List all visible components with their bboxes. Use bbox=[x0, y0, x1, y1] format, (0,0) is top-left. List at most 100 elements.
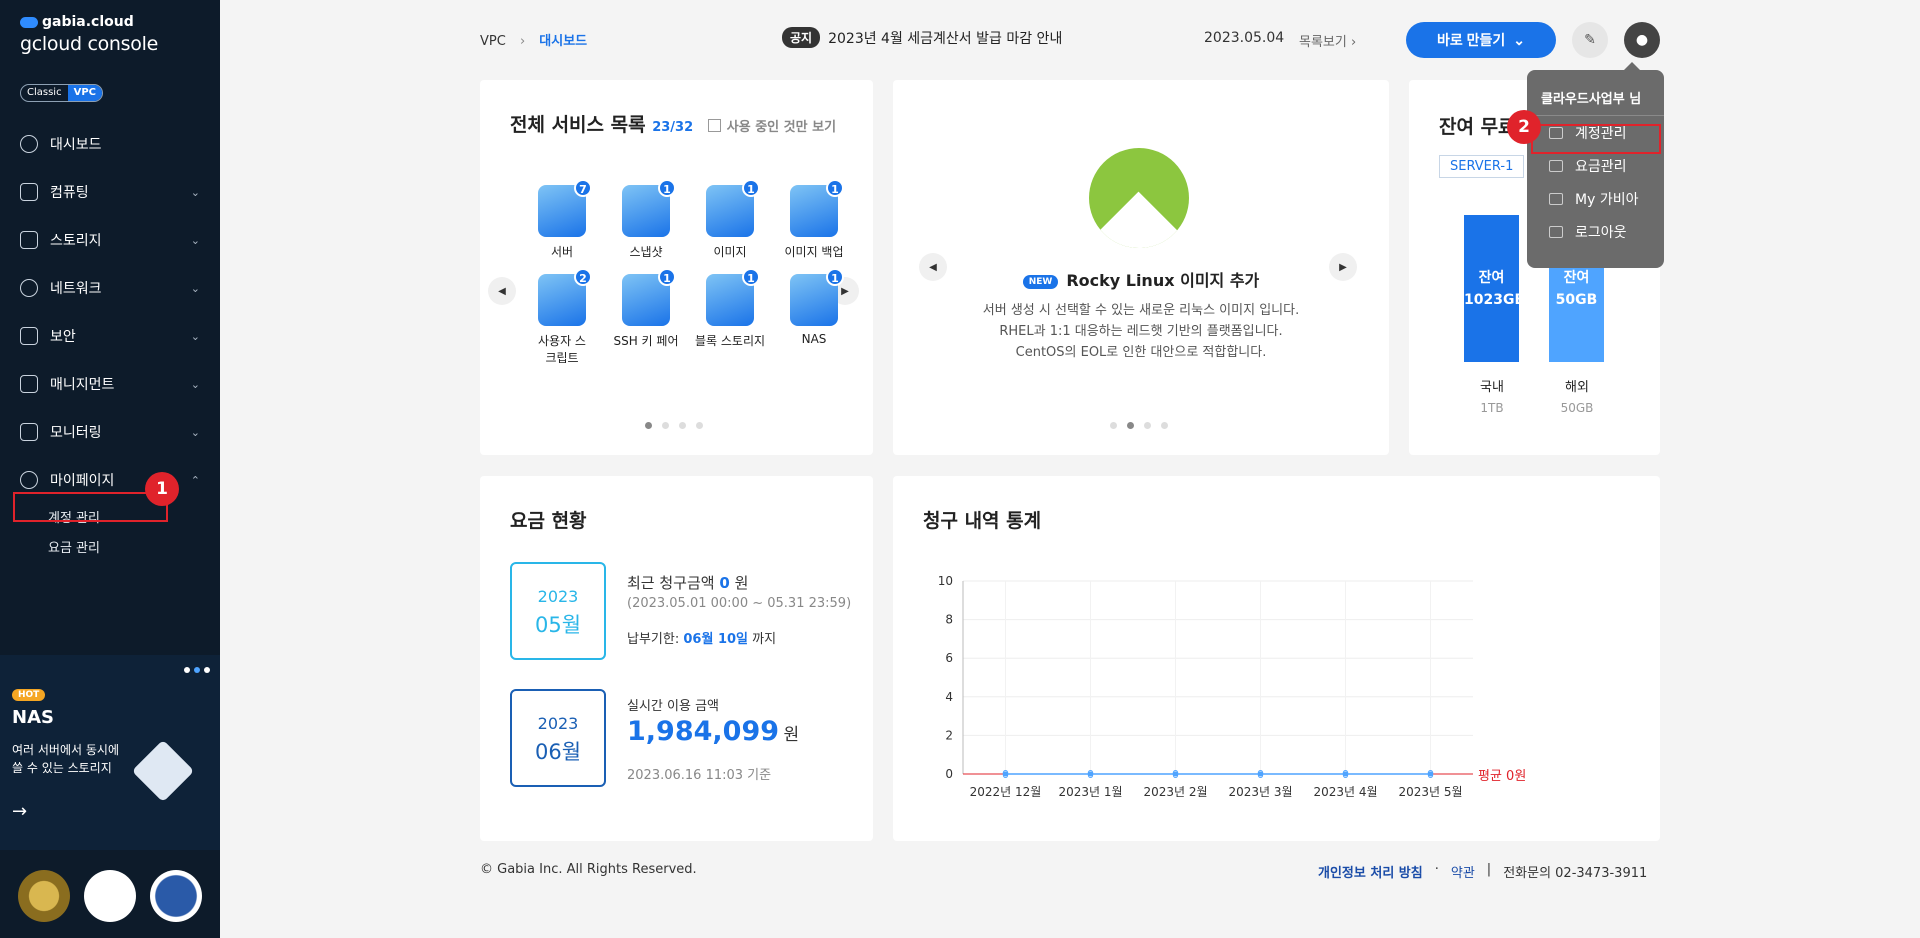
banner-pager[interactable] bbox=[1110, 422, 1168, 429]
logout-icon bbox=[1549, 225, 1563, 238]
sidebar-item-label: 매니지먼트 bbox=[50, 377, 115, 393]
promo-banner[interactable]: HOT NAS 여러 서버에서 동시에 쓸 수 있는 스토리지 → bbox=[0, 655, 220, 850]
list-view-link[interactable]: 목록보기 › bbox=[1299, 31, 1356, 50]
service-server[interactable]: 7 서버 bbox=[520, 179, 604, 260]
sidebar-item-security[interactable]: 보안 ⌄ bbox=[0, 312, 220, 360]
sidebar-item-dashboard[interactable]: 대시보드 bbox=[0, 120, 220, 168]
service-badge: 1 bbox=[742, 268, 760, 286]
service-badge: 1 bbox=[658, 268, 676, 286]
privacy-link[interactable]: 개인정보 처리 방침 bbox=[1318, 862, 1423, 881]
sidebar-item-label: 대시보드 bbox=[50, 137, 102, 153]
breadcrumb-root[interactable]: VPC bbox=[480, 34, 506, 49]
billing-stats-card: 청구 내역 통계 0 2 4 6 8 10 2022년 12월 2023년 1월 2023년 2… bbox=[893, 476, 1660, 841]
chevron-down-icon: ⌄ bbox=[190, 233, 200, 247]
data-label: 0 bbox=[1342, 768, 1349, 781]
filter-checkbox[interactable] bbox=[707, 119, 721, 132]
service-label: 사용자 스크립트 bbox=[538, 334, 586, 365]
award-badge-icon bbox=[18, 870, 70, 922]
service-user-script[interactable]: 2 사용자 스크립트 bbox=[520, 268, 604, 366]
promo-pager[interactable] bbox=[184, 667, 210, 673]
domestic-bar: 잔여 1023GB bbox=[1464, 215, 1526, 362]
dropdown-item-label: 요금관리 bbox=[1575, 158, 1627, 175]
bar-value: 50GB bbox=[1555, 291, 1598, 308]
box-month: 06월 bbox=[534, 740, 582, 764]
sidebar-item-storage[interactable]: 스토리지 ⌄ bbox=[0, 216, 220, 264]
service-count: 23/32 bbox=[652, 120, 694, 135]
month-box-june: 2023 06월 bbox=[510, 689, 606, 787]
cpu-icon bbox=[20, 183, 38, 201]
service-badge: 7 bbox=[574, 179, 592, 197]
bar-label: 국내 bbox=[1480, 380, 1504, 395]
service-snapshot[interactable]: 1 스냅샷 bbox=[604, 179, 688, 260]
banner-title[interactable]: NEW Rocky Linux 이미지 추가 bbox=[893, 267, 1389, 291]
annotation-2: 2 bbox=[1507, 110, 1541, 144]
banner-desc-line: CentOS의 EOL로 인한 대안으로 적합합니다. bbox=[1015, 345, 1267, 360]
breadcrumb-current: 대시보드 bbox=[539, 34, 588, 49]
service-badge: 1 bbox=[826, 268, 844, 286]
submenu-billing[interactable]: 요금 관리 bbox=[0, 534, 220, 564]
service-list-title: 전체 서비스 목록 23/32 사용 중인 것만 보기 bbox=[510, 110, 836, 137]
x-tick-label: 2023년 1월 bbox=[1058, 785, 1122, 799]
user-avatar-button[interactable]: ● bbox=[1624, 22, 1660, 58]
service-nas[interactable]: 1 NAS bbox=[772, 268, 856, 366]
service-ssh-key[interactable]: 1 SSH 키 페어 bbox=[604, 268, 688, 366]
key-icon: 1 bbox=[622, 268, 676, 326]
service-pager[interactable] bbox=[645, 422, 703, 429]
brand-main-text: gcloud console bbox=[20, 33, 158, 55]
data-label: 0 bbox=[1087, 768, 1094, 781]
sidebar-item-management[interactable]: 매니지먼트 ⌄ bbox=[0, 360, 220, 408]
cert-badges bbox=[18, 870, 202, 922]
dropdown-my-gabia[interactable]: My 가비아 bbox=[1527, 182, 1664, 215]
switch-vpc[interactable]: VPC bbox=[67, 85, 103, 101]
service-image-backup[interactable]: 1 이미지 백업 bbox=[772, 179, 856, 260]
notice-text[interactable]: 2023년 4월 세금계산서 발급 마감 안내 bbox=[828, 28, 1062, 48]
platform-switch[interactable]: Classic VPC bbox=[20, 84, 104, 102]
recent-label: 최근 청구금액 bbox=[627, 574, 715, 592]
realtime-label: 실시간 이용 금액 bbox=[627, 699, 719, 714]
sidebar-item-label: 네트워크 bbox=[50, 281, 102, 297]
image-icon: 1 bbox=[706, 179, 760, 237]
chevron-down-icon: ⌄ bbox=[190, 185, 200, 199]
nas-box-icon bbox=[131, 739, 195, 803]
fee-status-card: 요금 현황 2023 05월 최근 청구금액 0 원 (2023.05.01 00… bbox=[480, 476, 873, 841]
realtime-basis: 2023.06.16 11:03 기준 bbox=[627, 768, 772, 783]
sidebar-item-monitoring[interactable]: 모니터링 ⌄ bbox=[0, 408, 220, 456]
quick-create-button[interactable]: 바로 만들기 ⌄ bbox=[1406, 22, 1556, 58]
service-label: 이미지 bbox=[713, 245, 747, 259]
service-list-card: 전체 서비스 목록 23/32 사용 중인 것만 보기 ◀ ▶ 7 서버 1 스냅샷… bbox=[480, 80, 873, 455]
terms-link[interactable]: 약관 bbox=[1451, 862, 1475, 881]
image-backup-icon: 1 bbox=[790, 179, 844, 237]
sidebar-item-network[interactable]: 네트워크 ⌄ bbox=[0, 264, 220, 312]
brand-logo[interactable]: gabia.cloud gcloud console bbox=[20, 14, 158, 55]
chat-icon[interactable]: ✎ bbox=[1572, 22, 1608, 58]
service-block-storage[interactable]: 1 블록 스토리지 bbox=[688, 268, 772, 366]
breadcrumb-sep: › bbox=[519, 34, 526, 49]
switch-classic[interactable]: Classic bbox=[21, 85, 68, 101]
highlight-account-menu bbox=[13, 492, 168, 522]
x-tick-label: 2023년 3월 bbox=[1228, 785, 1292, 799]
y-tick-label: 2 bbox=[945, 728, 953, 742]
phone-contact: 전화문의 02-3473-3911 bbox=[1503, 866, 1648, 881]
sidebar-item-computing[interactable]: 컴퓨팅 ⌄ bbox=[0, 168, 220, 216]
box-year: 2023 bbox=[537, 587, 579, 606]
bar-value: 1023GB bbox=[1464, 291, 1526, 308]
service-badge: 1 bbox=[826, 179, 844, 197]
notice[interactable]: 공지 2023년 4월 세금계산서 발급 마감 안내 bbox=[782, 27, 1062, 48]
server-select[interactable]: SERVER-1 bbox=[1439, 155, 1525, 178]
dropdown-logout[interactable]: 로그아웃 bbox=[1527, 215, 1664, 248]
user-icon bbox=[20, 471, 38, 489]
due-label: 납부기한: bbox=[627, 632, 680, 647]
average-label: 평균 0원 bbox=[1478, 769, 1527, 784]
snapshot-icon: 1 bbox=[622, 179, 676, 237]
arrow-right-icon[interactable]: → bbox=[12, 801, 27, 822]
recent-value: 0 bbox=[719, 574, 730, 592]
month-box-may: 2023 05월 bbox=[510, 562, 606, 660]
prev-arrow-icon[interactable]: ◀ bbox=[488, 277, 516, 305]
script-icon: 2 bbox=[538, 268, 592, 326]
x-tick-label: 2022년 12월 bbox=[970, 785, 1042, 799]
y-tick-label: 8 bbox=[945, 613, 953, 627]
bar-top: 잔여 bbox=[1563, 269, 1590, 286]
y-tick-label: 10 bbox=[938, 574, 953, 588]
realtime-value: 1,984,099 bbox=[627, 716, 780, 747]
service-image[interactable]: 1 이미지 bbox=[688, 179, 772, 260]
